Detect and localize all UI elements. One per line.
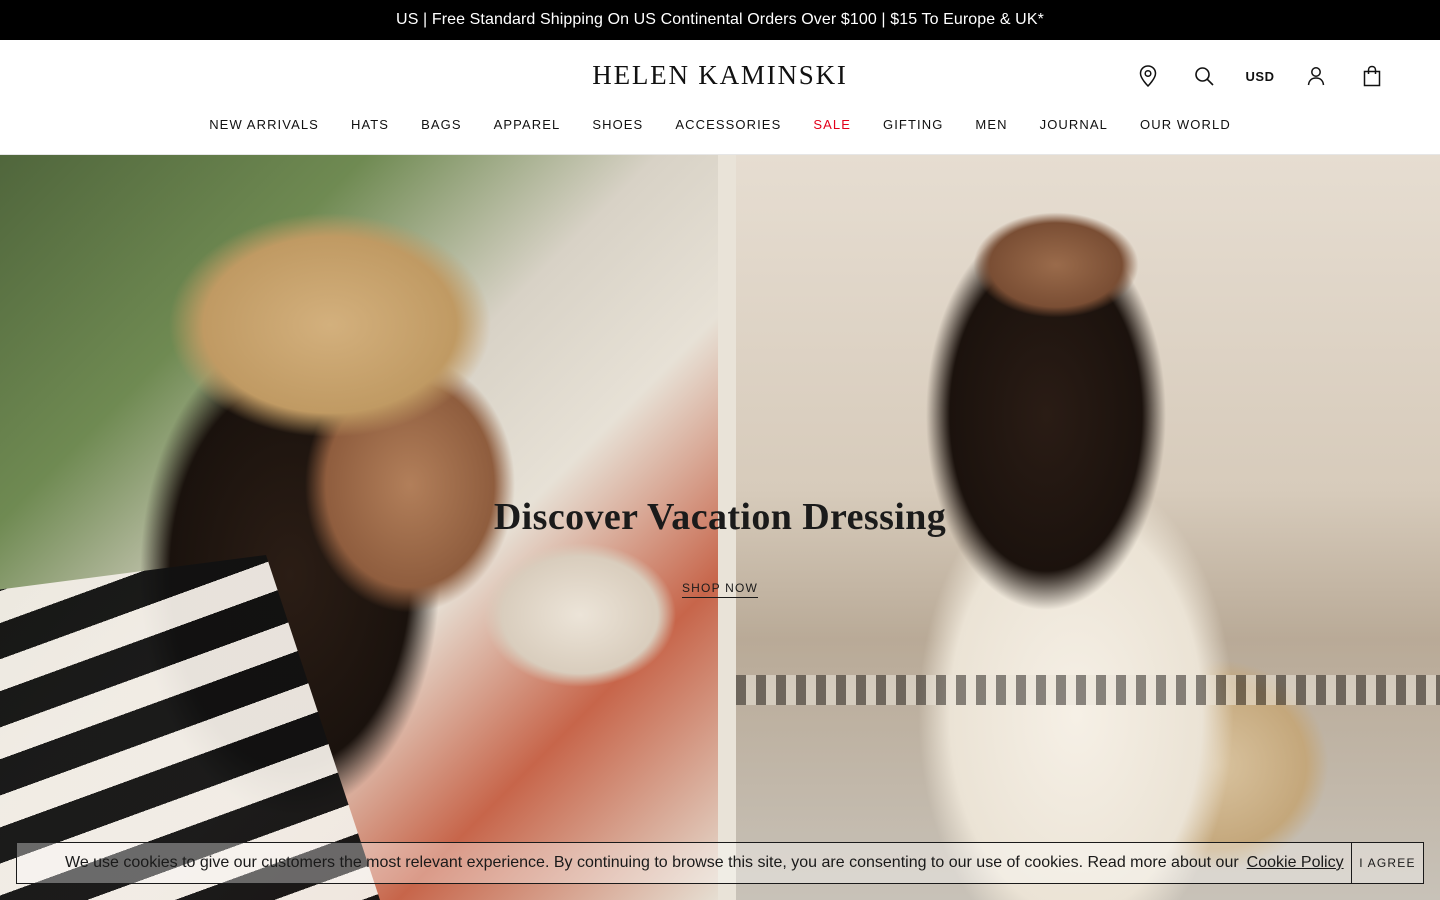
nav-shoes[interactable]: SHOES — [592, 117, 643, 132]
site-header: HELEN KAMINSKI USD NEW ARRIVALS HATS BAG… — [0, 40, 1440, 155]
nav-accessories[interactable]: ACCESSORIES — [675, 117, 781, 132]
shopping-bag-icon — [1363, 65, 1381, 87]
promo-text: US | Free Standard Shipping On US Contin… — [396, 11, 1044, 28]
nav-sale[interactable]: SALE — [813, 117, 851, 132]
map-pin-icon — [1139, 65, 1157, 87]
shopping-bag-button[interactable] — [1344, 62, 1400, 90]
nav-journal[interactable]: JOURNAL — [1040, 117, 1108, 132]
nav-our-world[interactable]: OUR WORLD — [1140, 117, 1231, 132]
store-locator-button[interactable] — [1120, 62, 1176, 90]
main-nav: NEW ARRIVALS HATS BAGS APPAREL SHOES ACC… — [0, 114, 1440, 134]
promo-bar: US | Free Standard Shipping On US Contin… — [0, 0, 1440, 40]
cookie-banner: We use cookies to give our customers the… — [16, 842, 1424, 884]
hero-cta-wrap: SHOP NOW — [0, 579, 1440, 598]
hero-banner[interactable]: Discover Vacation Dressing SHOP NOW — [0, 155, 1440, 900]
account-button[interactable] — [1288, 62, 1344, 90]
cookie-agree-button[interactable]: I AGREE — [1351, 843, 1423, 883]
nav-new-arrivals[interactable]: NEW ARRIVALS — [209, 117, 319, 132]
search-icon — [1195, 67, 1214, 86]
shop-now-link[interactable]: SHOP NOW — [681, 581, 759, 598]
nav-gifting[interactable]: GIFTING — [883, 117, 943, 132]
kitchen-tile-graphic — [736, 675, 1440, 705]
hero-title: Discover Vacation Dressing — [493, 496, 947, 538]
currency-label: USD — [1245, 68, 1275, 84]
utility-nav: USD — [1120, 62, 1400, 90]
nav-apparel[interactable]: APPAREL — [494, 117, 561, 132]
user-icon — [1307, 67, 1325, 86]
cookie-text: We use cookies to give our customers the… — [65, 854, 1239, 871]
cookie-message: We use cookies to give our customers the… — [65, 854, 1344, 872]
cookie-policy-link[interactable]: Cookie Policy — [1247, 854, 1344, 871]
nav-men[interactable]: MEN — [975, 117, 1007, 132]
nav-hats[interactable]: HATS — [351, 117, 389, 132]
nav-bags[interactable]: BAGS — [421, 117, 462, 132]
currency-selector[interactable]: USD — [1232, 62, 1288, 90]
search-button[interactable] — [1176, 62, 1232, 90]
